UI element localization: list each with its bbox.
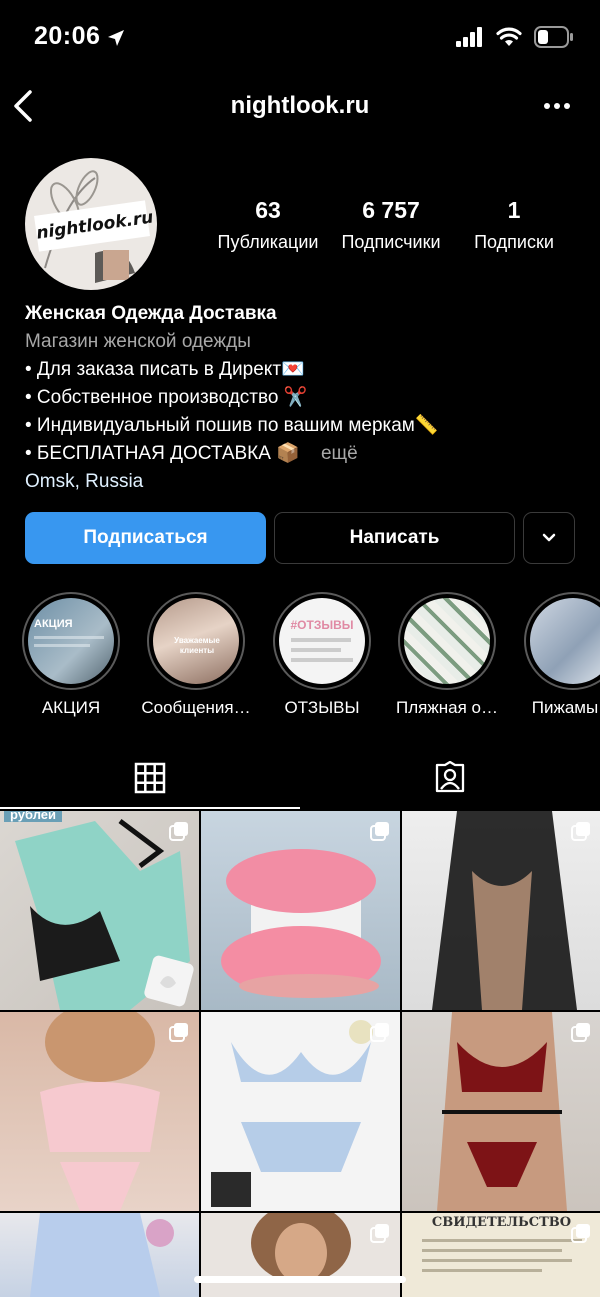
multiple-photos-icon <box>571 822 590 841</box>
bio-line: • Индивидуальный пошив по вашим меркам📏 <box>25 415 439 436</box>
status-bar: 20:06 <box>0 0 600 76</box>
stat-followers[interactable]: 6 757 Подписчики <box>336 196 446 254</box>
highlight-cover <box>404 598 490 684</box>
bio-line: • Для заказа писать в Директ💌 <box>25 359 305 380</box>
profile-tabs <box>0 746 600 810</box>
post-thumbnail[interactable] <box>201 1213 400 1297</box>
location-arrow-icon <box>108 30 124 46</box>
bio-location-link[interactable]: Omsk, Russia <box>25 468 585 496</box>
stat-followers-label: Подписчики <box>341 232 441 252</box>
highlight-cover <box>530 598 600 684</box>
highlight-akciya[interactable]: АКЦИЯ АКЦИЯ <box>22 592 120 719</box>
bio-more-link[interactable]: ещё <box>321 443 358 464</box>
grid-icon <box>134 762 166 794</box>
highlight-label: ОТЗЫВЫ <box>284 698 360 717</box>
bio-line-with-more: • БЕСПЛАТНАЯ ДОСТАВКА 📦 ещё <box>25 440 585 468</box>
status-time: 20:06 <box>34 22 101 50</box>
bio-category: Магазин женской одежды <box>25 331 251 352</box>
suggested-accounts-button[interactable] <box>523 512 575 564</box>
bio-name: Женская Одежда Доставка <box>25 303 277 324</box>
post-image <box>30 1213 174 1297</box>
stat-following-count: 1 <box>507 197 521 223</box>
more-options-icon[interactable] <box>542 94 572 118</box>
stat-posts[interactable]: 63 Публикации <box>213 196 323 254</box>
stat-posts-label: Публикации <box>217 232 319 252</box>
message-button[interactable]: Написать <box>274 512 515 564</box>
follow-button[interactable]: Подписаться <box>25 512 266 564</box>
signal-icon <box>456 27 482 47</box>
highlight-messages[interactable]: Уважаемые клиенты Сообщения… <box>141 592 251 719</box>
post-thumbnail[interactable] <box>201 811 400 1010</box>
post-thumbnail[interactable] <box>402 1012 600 1211</box>
highlight-label: АКЦИЯ <box>41 698 101 717</box>
bio-line: • Собственное производство ✂️ <box>25 387 308 408</box>
highlight-cover-text: АКЦИЯ <box>34 618 73 630</box>
multiple-photos-icon <box>370 1023 389 1042</box>
highlight-label: Пляжная о… <box>396 698 498 717</box>
multiple-photos-icon <box>571 1023 590 1042</box>
profile-username: nightlook.ru <box>230 92 370 119</box>
stat-following-label: Подписки <box>474 232 554 252</box>
post-thumbnail[interactable]: рублей <box>0 811 199 1010</box>
profile-bio: Женская Одежда Доставка Магазин женской … <box>25 300 585 496</box>
highlight-cover-text: #ОТЗЫВЫ <box>290 618 354 632</box>
highlight-label: Пижамы <box>531 698 599 717</box>
post-thumbnail[interactable]: СВИДЕТЕЛЬСТВО <box>402 1213 600 1297</box>
multiple-photos-icon <box>571 1224 590 1243</box>
multiple-photos-icon <box>370 822 389 841</box>
highlight-cover: Уважаемые клиенты <box>153 598 239 684</box>
profile-avatar[interactable]: nightlook.ru <box>25 158 157 290</box>
top-nav: nightlook.ru <box>0 76 600 138</box>
highlight-cover: #ОТЗЫВЫ <box>279 598 365 684</box>
battery-icon <box>534 26 573 48</box>
post-thumbnail[interactable] <box>402 811 600 1010</box>
stat-following[interactable]: 1 Подписки <box>460 196 568 254</box>
home-indicator[interactable] <box>194 1276 406 1283</box>
multiple-photos-icon <box>169 1023 188 1042</box>
post-overlay-text: рублей <box>4 811 63 822</box>
stat-followers-count: 6 757 <box>362 197 420 223</box>
active-tab-indicator <box>0 807 300 809</box>
wifi-icon <box>496 27 522 46</box>
highlight-label: Сообщения… <box>141 698 251 717</box>
post-thumbnail[interactable] <box>201 1012 400 1211</box>
tab-tagged[interactable] <box>300 746 600 810</box>
post-thumbnail[interactable] <box>0 1012 199 1211</box>
stat-posts-count: 63 <box>255 197 281 223</box>
highlight-cover-text: Уважаемые клиенты <box>174 636 220 655</box>
multiple-photos-icon <box>169 822 188 841</box>
highlight-cover: АКЦИЯ <box>28 598 114 684</box>
tagged-user-icon <box>435 761 465 793</box>
tab-grid[interactable] <box>0 746 300 810</box>
chevron-down-icon <box>542 533 556 542</box>
highlight-beachwear[interactable]: Пляжная о… <box>396 592 498 719</box>
highlight-pajamas[interactable]: Пижамы <box>524 592 600 719</box>
bio-line: • БЕСПЛАТНАЯ ДОСТАВКА 📦 <box>25 443 300 464</box>
highlight-reviews[interactable]: #ОТЗЫВЫ ОТЗЫВЫ <box>273 592 371 719</box>
post-thumbnail[interactable] <box>0 1213 199 1297</box>
multiple-photos-icon <box>370 1224 389 1243</box>
